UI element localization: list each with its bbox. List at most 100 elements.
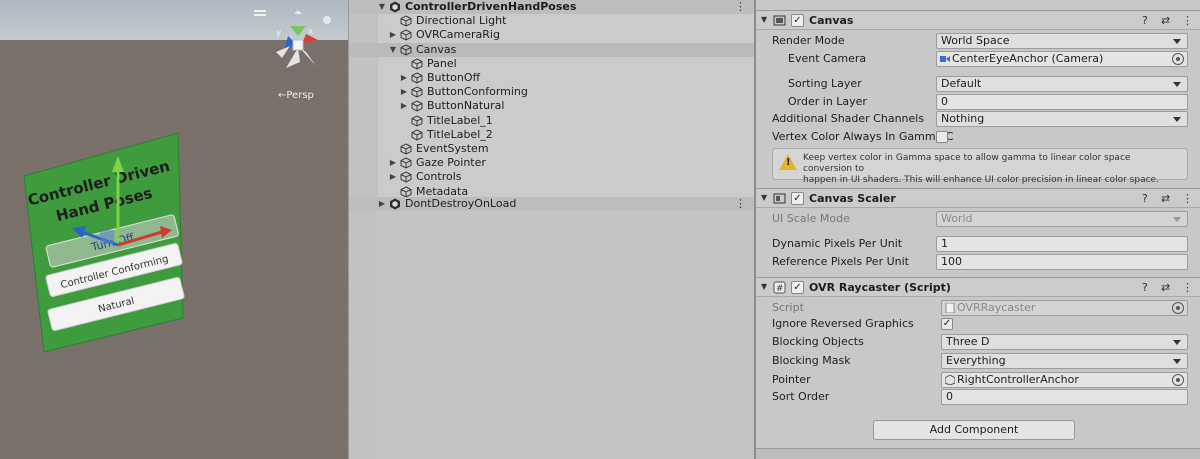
hierarchy-item-label: TitleLabel_2	[427, 128, 493, 141]
persp-label[interactable]: ←Persp	[278, 90, 314, 101]
hierarchy-item[interactable]: ▶ ButtonConforming	[349, 85, 754, 99]
svg-text:x: x	[308, 27, 314, 37]
hierarchy-item-label: Controls	[416, 170, 462, 183]
hierarchy-item[interactable]: Panel	[349, 57, 754, 71]
gameobject-icon	[400, 15, 412, 27]
script-field: OVRRaycaster	[941, 300, 1188, 316]
hierarchy-item[interactable]: ▶ OVRCameraRig	[349, 28, 754, 42]
object-picker-icon[interactable]	[1172, 53, 1184, 65]
script-file-icon	[945, 303, 955, 313]
ovr-raycaster-header[interactable]: ▼ # ✓ OVR Raycaster (Script) ? ⇄ ⋮	[756, 277, 1200, 297]
scene-menu-icon[interactable]: ⋮	[735, 0, 746, 14]
ovr-raycaster-enabled-checkbox[interactable]: ✓	[791, 281, 804, 294]
sort-order-input[interactable]: 0	[941, 389, 1188, 405]
gameobject-icon	[411, 115, 423, 127]
hierarchy-item-label: DontDestroyOnLoad	[405, 197, 517, 210]
ovr-raycaster-title: OVR Raycaster (Script)	[809, 281, 951, 294]
hierarchy-item-label: ControllerDrivenHandPoses	[405, 0, 577, 13]
blocking-objects-dropdown[interactable]: Three D	[941, 334, 1188, 350]
add-component-button[interactable]: Add Component	[873, 420, 1075, 440]
vertex-color-checkbox[interactable]	[936, 131, 948, 143]
dynamic-ppu-input[interactable]: 1	[936, 236, 1188, 252]
canvas-scaler-icon	[773, 193, 786, 204]
expand-right-icon[interactable]: ▶	[399, 71, 409, 85]
render-mode-dropdown[interactable]: World Space	[936, 33, 1188, 49]
hierarchy-item[interactable]: ▶ ButtonOff	[349, 71, 754, 85]
gameobject-icon	[400, 143, 412, 155]
presets-icon[interactable]: ⇄	[1161, 192, 1170, 205]
gamma-help-box: ! Keep vertex color in Gamma space to al…	[772, 148, 1188, 185]
transform-icon	[945, 375, 955, 385]
hierarchy-item[interactable]: Directional Light	[349, 14, 754, 28]
unity-scene-icon	[390, 198, 400, 210]
expand-right-icon[interactable]: ▶	[388, 28, 398, 42]
help-icon[interactable]: ?	[1142, 281, 1148, 294]
order-in-layer-input[interactable]: 0	[936, 94, 1188, 110]
fold-arrow-icon[interactable]: ▼	[761, 282, 767, 291]
gameobject-icon	[411, 72, 423, 84]
scene-view[interactable]: y x ←Persp Controller Driven Hand Poses …	[0, 0, 348, 459]
effects-icon	[323, 16, 331, 24]
hierarchy-item-label: ButtonNatural	[427, 99, 505, 112]
component-menu-icon[interactable]: ⋮	[1182, 192, 1193, 205]
render-mode-label: Render Mode	[772, 34, 845, 47]
camera-icon	[940, 56, 950, 62]
gameobject-icon	[400, 44, 412, 56]
component-menu-icon[interactable]: ⋮	[1182, 281, 1193, 294]
gameobject-icon	[400, 157, 412, 169]
event-camera-value: CenterEyeAnchor (Camera)	[952, 52, 1104, 65]
expand-right-icon[interactable]: ▶	[399, 99, 409, 113]
help-icon[interactable]: ?	[1142, 192, 1148, 205]
dynamic-ppu-label: Dynamic Pixels Per Unit	[772, 237, 903, 250]
inspector-panel[interactable]: ▼ ✓ Canvas ? ⇄ ⋮ Render Mode World Space…	[756, 0, 1200, 459]
component-menu-icon[interactable]: ⋮	[1182, 14, 1193, 27]
unity-scene-icon	[390, 1, 400, 13]
help-text-line1: Keep vertex color in Gamma space to allo…	[803, 153, 1131, 174]
scene-menu-icon[interactable]: ⋮	[735, 197, 746, 211]
blocking-objects-label: Blocking Objects	[772, 335, 864, 348]
hierarchy-item[interactable]: TitleLabel_2	[349, 128, 754, 142]
expand-right-icon[interactable]: ▶	[399, 85, 409, 99]
gameobject-icon	[411, 86, 423, 98]
hierarchy-panel[interactable]: ▼ ControllerDrivenHandPoses ⋮ Directional L…	[348, 0, 755, 459]
canvas-scaler-enabled-checkbox[interactable]: ✓	[791, 192, 804, 205]
presets-icon[interactable]: ⇄	[1161, 281, 1170, 294]
object-picker-icon[interactable]	[1172, 374, 1184, 386]
blocking-mask-dropdown[interactable]: Everything	[941, 353, 1188, 369]
ignore-reversed-checkbox[interactable]: ✓	[941, 318, 953, 330]
canvas-component-header[interactable]: ▼ ✓ Canvas ? ⇄ ⋮	[756, 10, 1200, 30]
hierarchy-item[interactable]: ▶ ButtonNatural	[349, 99, 754, 113]
expand-right-icon[interactable]: ▶	[388, 156, 398, 170]
hierarchy-item[interactable]: ▼ Canvas	[349, 43, 754, 57]
canvas-enabled-checkbox[interactable]: ✓	[791, 14, 804, 27]
pointer-field[interactable]: RightControllerAnchor	[941, 372, 1188, 388]
canvas-scaler-header[interactable]: ▼ ✓ Canvas Scaler ? ⇄ ⋮	[756, 188, 1200, 208]
expand-down-icon[interactable]: ▼	[388, 43, 398, 57]
shader-channels-dropdown[interactable]: Nothing	[936, 111, 1188, 127]
hierarchy-item[interactable]: ▶ DontDestroyOnLoad ⋮	[349, 197, 754, 211]
fold-arrow-icon[interactable]: ▼	[761, 15, 767, 24]
expand-right-icon[interactable]: ▶	[388, 170, 398, 184]
hierarchy-empty-area[interactable]	[378, 211, 754, 459]
reference-ppu-input[interactable]: 100	[936, 254, 1188, 270]
expand-down-icon[interactable]: ▼	[377, 0, 387, 14]
expand-right-icon[interactable]: ▶	[377, 197, 387, 211]
svg-text:#: #	[776, 284, 784, 294]
fold-arrow-icon[interactable]: ▼	[761, 193, 767, 202]
hierarchy-item[interactable]: ▶ Gaze Pointer	[349, 156, 754, 170]
event-camera-field[interactable]: CenterEyeAnchor (Camera)	[936, 51, 1188, 67]
hierarchy-item[interactable]: ▶ Controls	[349, 170, 754, 184]
script-icon: #	[773, 281, 786, 294]
hierarchy-item[interactable]: TitleLabel_1	[349, 114, 754, 128]
hierarchy-item[interactable]: EventSystem	[349, 142, 754, 156]
ignore-reversed-label: Ignore Reversed Graphics	[772, 317, 914, 330]
sky	[0, 0, 348, 40]
scene-canvas[interactable]: y x ←Persp Controller Driven Hand Poses …	[0, 0, 348, 459]
hierarchy-item[interactable]: ▼ ControllerDrivenHandPoses ⋮	[349, 0, 754, 14]
event-camera-label: Event Camera	[788, 52, 867, 65]
help-icon[interactable]: ?	[1142, 14, 1148, 27]
gameobject-icon	[411, 58, 423, 70]
hierarchy-item-label: Directional Light	[416, 14, 507, 27]
presets-icon[interactable]: ⇄	[1161, 14, 1170, 27]
sorting-layer-dropdown[interactable]: Default	[936, 76, 1188, 92]
